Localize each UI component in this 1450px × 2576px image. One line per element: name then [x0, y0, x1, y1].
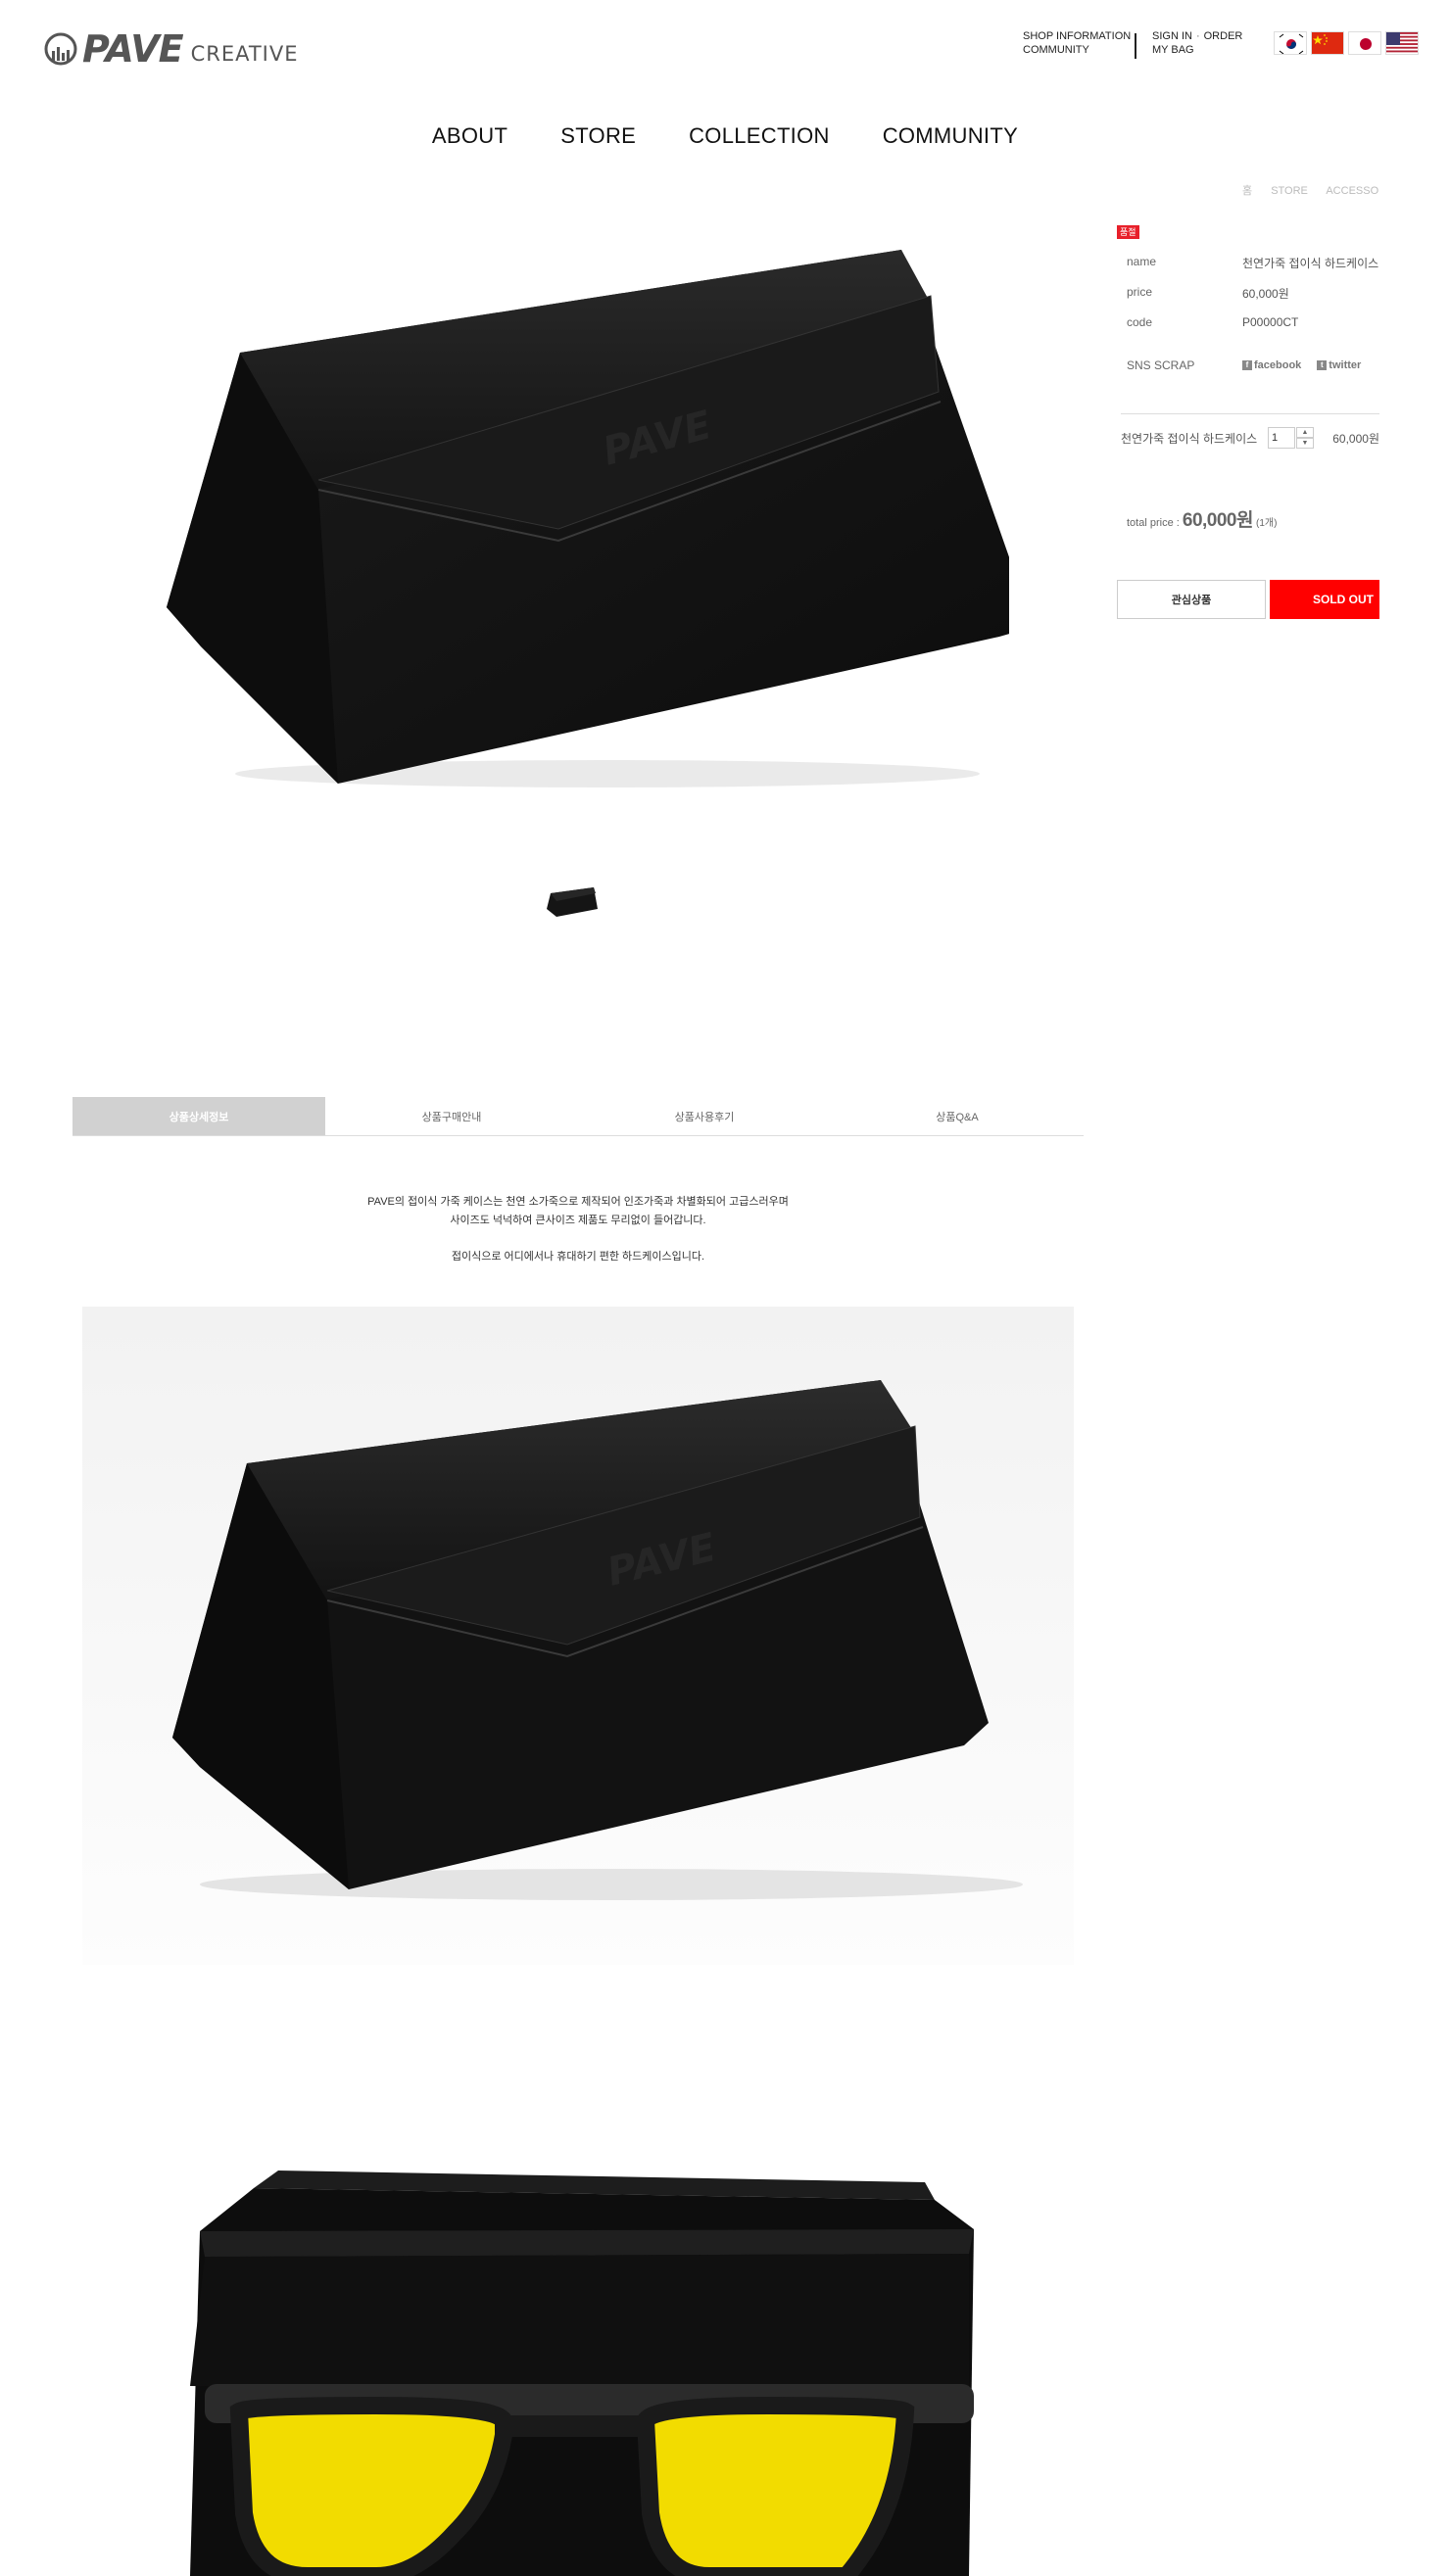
wishlist-button[interactable]: 관심상품	[1117, 580, 1266, 619]
quantity-stepper: ▲ ▼	[1268, 427, 1314, 449]
total-price: total price : 60,000원 (1개)	[1127, 505, 1277, 532]
info-divider	[1121, 413, 1379, 414]
community-link[interactable]: COMMUNITY	[1023, 43, 1089, 57]
tab-qna[interactable]: 상품Q&A	[831, 1097, 1084, 1135]
nav-community[interactable]: COMMUNITY	[883, 123, 1018, 149]
soldout-badge: 품절	[1117, 225, 1139, 239]
detail-image-case-open	[82, 2082, 1074, 2576]
breadcrumb-store[interactable]: STORE	[1271, 185, 1308, 197]
total-price-label: total price :	[1127, 517, 1180, 529]
tab-purchase-guide[interactable]: 상품구매안내	[325, 1097, 578, 1135]
quantity-down-icon[interactable]: ▼	[1296, 438, 1314, 449]
shop-information-link[interactable]: SHOP INFORMATION	[1023, 29, 1131, 43]
facebook-icon: f	[1242, 360, 1252, 370]
option-row: 천연가죽 접이식 하드케이스 ▲ ▼ 60,000원	[1121, 427, 1383, 449]
option-price: 60,000원	[1332, 431, 1379, 446]
quantity-up-icon[interactable]: ▲	[1296, 427, 1314, 438]
logo-brand: PAVE	[82, 27, 184, 71]
detail-image-case: PAVE	[82, 1307, 1074, 1965]
sns-scrap-row: SNS SCRAP f facebook t twitter	[1127, 358, 1379, 372]
sns-scrap-label: SNS SCRAP	[1127, 358, 1195, 372]
twitter-label: twitter	[1329, 359, 1362, 371]
sign-in-link[interactable]: SIGN IN	[1152, 29, 1192, 43]
product-thumbnail[interactable]	[543, 882, 602, 921]
product-code-row: code P00000CT	[1127, 315, 1379, 329]
main-nav: ABOUT STORE COLLECTION COMMUNITY	[0, 123, 1450, 149]
china-flag-icon[interactable]	[1311, 31, 1344, 55]
total-count: (1개)	[1256, 518, 1278, 529]
tab-reviews[interactable]: 상품사용후기	[578, 1097, 831, 1135]
product-name-row: name 천연가죽 접이식 하드케이스	[1127, 255, 1379, 271]
nav-collection[interactable]: COLLECTION	[689, 123, 830, 149]
twitter-share-button[interactable]: t twitter	[1317, 359, 1361, 371]
language-flags	[1274, 31, 1419, 55]
breadcrumb-home[interactable]: 홈	[1242, 185, 1252, 197]
facebook-label: facebook	[1254, 359, 1302, 371]
facebook-share-button[interactable]: f facebook	[1242, 359, 1301, 371]
usa-flag-icon[interactable]	[1385, 31, 1419, 55]
product-price-value: 60,000원	[1242, 287, 1289, 301]
detail-tabs: 상품상세정보 상품구매안내 상품사용후기 상품Q&A	[72, 1097, 1084, 1136]
nav-about[interactable]: ABOUT	[432, 123, 508, 149]
my-bag-link[interactable]: MY BAG	[1152, 43, 1194, 57]
util-divider	[1135, 33, 1136, 59]
description-line: 사이즈도 넉넉하여 큰사이즈 제품도 무리없이 들어갑니다.	[450, 1215, 706, 1226]
description-line: 접이식으로 어디에서나 휴대하기 편한 하드케이스입니다.	[451, 1251, 705, 1263]
util-links-left: SHOP INFORMATION COMMUNITY	[1023, 29, 1131, 57]
util-links-right: SIGN IN · ORDER MY BAG	[1152, 29, 1242, 57]
util-dot: ·	[1195, 30, 1200, 42]
pave-circle-icon	[44, 32, 77, 66]
option-name: 천연가죽 접이식 하드케이스	[1121, 431, 1258, 446]
soldout-button[interactable]: SOLD OUT	[1270, 580, 1379, 619]
order-link[interactable]: ORDER	[1204, 29, 1243, 43]
product-name-label: name	[1127, 255, 1157, 268]
product-price-label: price	[1127, 285, 1153, 299]
product-price-row: price 60,000원	[1127, 285, 1379, 302]
logo[interactable]: PAVE CREATIVE	[43, 29, 298, 69]
logo-sub: CREATIVE	[190, 42, 299, 66]
product-description: PAVE의 접이식 가죽 케이스는 천연 소가죽으로 제작되어 인조가죽과 차별…	[72, 1193, 1084, 1266]
product-name-value: 천연가죽 접이식 하드케이스	[1242, 257, 1379, 270]
product-code-label: code	[1127, 315, 1153, 329]
product-main-image: PAVE	[167, 250, 1009, 787]
breadcrumb-accessory[interactable]: ACCESSORY	[1326, 185, 1379, 197]
product-code-value: P00000CT	[1242, 315, 1299, 329]
quantity-input[interactable]	[1268, 427, 1295, 449]
korea-flag-icon[interactable]	[1274, 31, 1307, 55]
breadcrumb: 홈 STORE ACCESSORY	[1242, 182, 1379, 198]
nav-store[interactable]: STORE	[560, 123, 636, 149]
twitter-icon: t	[1317, 360, 1328, 370]
total-price-value: 60,000원	[1182, 510, 1254, 531]
japan-flag-icon[interactable]	[1348, 31, 1381, 55]
description-line: PAVE의 접이식 가죽 케이스는 천연 소가죽으로 제작되어 인조가죽과 차별…	[367, 1196, 789, 1208]
tab-detail-info[interactable]: 상품상세정보	[72, 1097, 325, 1135]
